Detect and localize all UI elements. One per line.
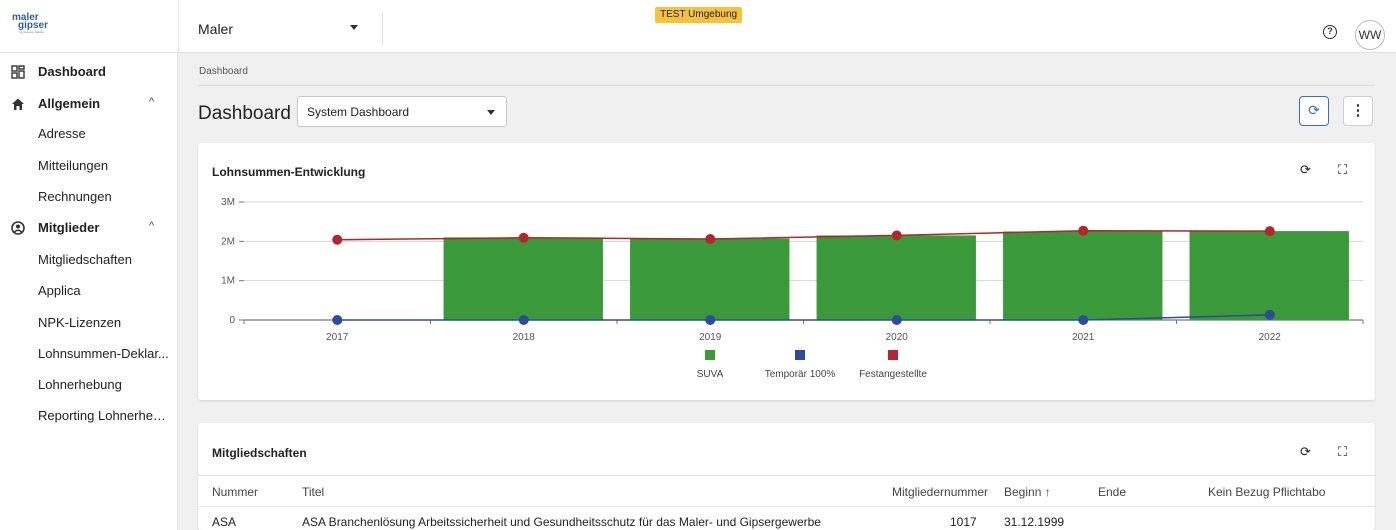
y-tick-label: 1M: [221, 276, 235, 287]
refresh-dashboard-button[interactable]: ⟳: [1299, 96, 1329, 126]
x-tick-label: 2021: [1072, 332, 1095, 343]
chevron-up-icon[interactable]: ^: [149, 220, 154, 232]
caret-down-icon: [487, 110, 495, 115]
point-festangestellte: [891, 230, 902, 241]
fullscreen-icon[interactable]: ⛶: [1338, 444, 1347, 460]
point-tempor-r-100-: [1264, 309, 1275, 320]
cell-nummer: ASA: [212, 515, 237, 529]
sidebar-item-adresse[interactable]: Adresse: [0, 119, 178, 149]
legend-label: SUVA: [697, 369, 724, 380]
sidebar-item-label: Rechnungen: [38, 189, 112, 204]
sidebar-item-label: Applica: [38, 283, 81, 298]
help-icon[interactable]: ?: [1323, 25, 1337, 39]
breadcrumb-divider: [199, 85, 1375, 86]
point-tempor-r-100-: [332, 315, 343, 325]
top-bar: maler gipser fur bessere wande Maler TES…: [0, 0, 1396, 53]
sidebar-item-lohnerhebung[interactable]: Lohnerhebung: [0, 370, 178, 400]
point-festangestellte: [1264, 226, 1275, 237]
sidebar-item-dashboard[interactable]: Dashboard: [0, 57, 178, 87]
point-festangestellte: [1078, 225, 1089, 236]
column-header-mitgliedernummer[interactable]: Mitgliedernummer: [892, 485, 988, 499]
members-card-title: Mitgliedschaften: [212, 446, 307, 460]
y-tick-label: 3M: [221, 197, 235, 208]
sidebar-item-reporting-lohnerheb[interactable]: Reporting Lohnerheb...: [0, 401, 178, 431]
column-header-beginn[interactable]: Beginn ↑: [1004, 485, 1051, 499]
main-content: Dashboard Dashboard System Dashboard ⟳ ⋮…: [179, 53, 1396, 530]
logo-line2: gipser: [18, 20, 49, 31]
organisation-select[interactable]: Maler: [198, 13, 383, 45]
x-tick-label: 2019: [699, 332, 722, 343]
x-tick-label: 2017: [326, 332, 349, 343]
sidebar-item-npk-lizenzen[interactable]: NPK-Lizenzen: [0, 308, 178, 338]
column-header-ende[interactable]: Ende: [1098, 485, 1126, 499]
sidebar-item-label: Mitteilungen: [38, 158, 109, 173]
dashboard-select[interactable]: System Dashboard: [297, 96, 507, 127]
sidebar-item-label: Lohnerhebung: [38, 377, 122, 392]
column-header-titel[interactable]: Titel: [302, 485, 324, 499]
sidebar-item-label: Reporting Lohnerheb...: [38, 408, 170, 423]
lohnsummen-chart: 0 1M 2M 3M 2017 2018 2019 2020 2021 2022 SUVA Tempo…: [221, 197, 1364, 380]
dashboard-icon: [11, 65, 25, 79]
bar-suva: [1189, 231, 1349, 320]
caret-down-icon: [350, 25, 358, 30]
top-divider: [178, 0, 179, 53]
refresh-icon[interactable]: ⟳: [1300, 444, 1311, 460]
dashboard-select-value: System Dashboard: [307, 105, 410, 119]
point-festangestellte: [705, 233, 716, 244]
sidebar-item-rechnungen[interactable]: Rechnungen: [0, 182, 178, 212]
lohnsummen-chart-card: Lohnsummen-Entwicklung ⟳ ⛶ 0 1M 2M 3M 2017 20…: [198, 143, 1375, 400]
sidebar-item-mitgliedschaften[interactable]: Mitgliedschaften: [0, 245, 178, 275]
more-options-button[interactable]: ⋮: [1343, 96, 1373, 126]
sidebar-item-label: Lohnsummen-Deklar...: [38, 346, 169, 361]
point-tempor-r-100-: [891, 315, 902, 325]
breadcrumb[interactable]: Dashboard: [199, 66, 248, 77]
x-tick-label: 2018: [513, 332, 536, 343]
point-festangestellte: [332, 234, 343, 245]
sidebar-item-applica[interactable]: Applica: [0, 276, 178, 306]
point-tempor-r-100-: [1078, 315, 1089, 325]
home-icon: [11, 97, 25, 111]
point-tempor-r-100-: [705, 315, 716, 325]
table-header: Nummer Titel Mitgliedernummer Beginn ↑ E…: [198, 475, 1375, 507]
x-tick-label: 2020: [886, 332, 909, 343]
sidebar-item-label: Dashboard: [38, 64, 106, 79]
legend-swatch-tempor-r-100-: [795, 350, 805, 360]
mitgliedschaften-card: Mitgliedschaften ⟳ ⛶ Nummer Titel Mitgli…: [198, 423, 1375, 530]
environment-badge: TEST Umgebung: [655, 7, 743, 23]
app-logo[interactable]: maler gipser fur bessere wande: [12, 13, 72, 40]
sidebar-item-label: Adresse: [38, 126, 86, 141]
sidebar: Dashboard Allgemein ^ Adresse Mitteilungen Re…: [0, 53, 178, 530]
legend-label: Festangestellte: [859, 369, 927, 380]
cell-titel: ASA Branchenlösung Arbeitssicherheit und…: [302, 515, 821, 529]
sidebar-item-lohnsummen-deklar[interactable]: Lohnsummen-Deklar...: [0, 339, 178, 369]
legend-label: Temporär 100%: [765, 369, 836, 380]
chevron-up-icon[interactable]: ^: [149, 96, 154, 108]
bar-suva: [443, 237, 603, 320]
sidebar-item-allgemein[interactable]: Allgemein ^: [0, 89, 178, 119]
legend-swatch-festangestellte: [888, 350, 898, 360]
y-tick-label: 0: [229, 315, 235, 326]
sidebar-item-mitteilungen[interactable]: Mitteilungen: [0, 151, 178, 181]
point-tempor-r-100-: [518, 315, 529, 325]
bar-suva: [630, 238, 790, 320]
legend-swatch-suva: [705, 350, 715, 360]
x-tick-label: 2022: [1259, 332, 1282, 343]
cell-mitgliedernummer: 1017: [950, 515, 977, 529]
account-circle-icon: [11, 221, 25, 235]
column-header-nummer[interactable]: Nummer: [212, 485, 258, 499]
sidebar-item-label: Mitgliedschaften: [38, 252, 132, 267]
column-header-kein-bezug[interactable]: Kein Bezug Pflichtabo: [1208, 485, 1325, 499]
sidebar-item-mitglieder[interactable]: Mitglieder ^: [0, 213, 178, 243]
organisation-select-value: Maler: [198, 21, 234, 37]
user-avatar[interactable]: WW: [1355, 20, 1385, 50]
point-festangestellte: [518, 232, 529, 243]
bar-suva: [816, 235, 976, 320]
sidebar-item-label: NPK-Lizenzen: [38, 315, 122, 330]
logo-tagline: fur bessere wande: [19, 30, 44, 34]
page-title: Dashboard: [198, 103, 291, 124]
y-tick-label: 2M: [221, 236, 235, 247]
bar-suva: [1003, 231, 1163, 320]
cell-beginn: 31.12.1999: [1004, 515, 1065, 529]
